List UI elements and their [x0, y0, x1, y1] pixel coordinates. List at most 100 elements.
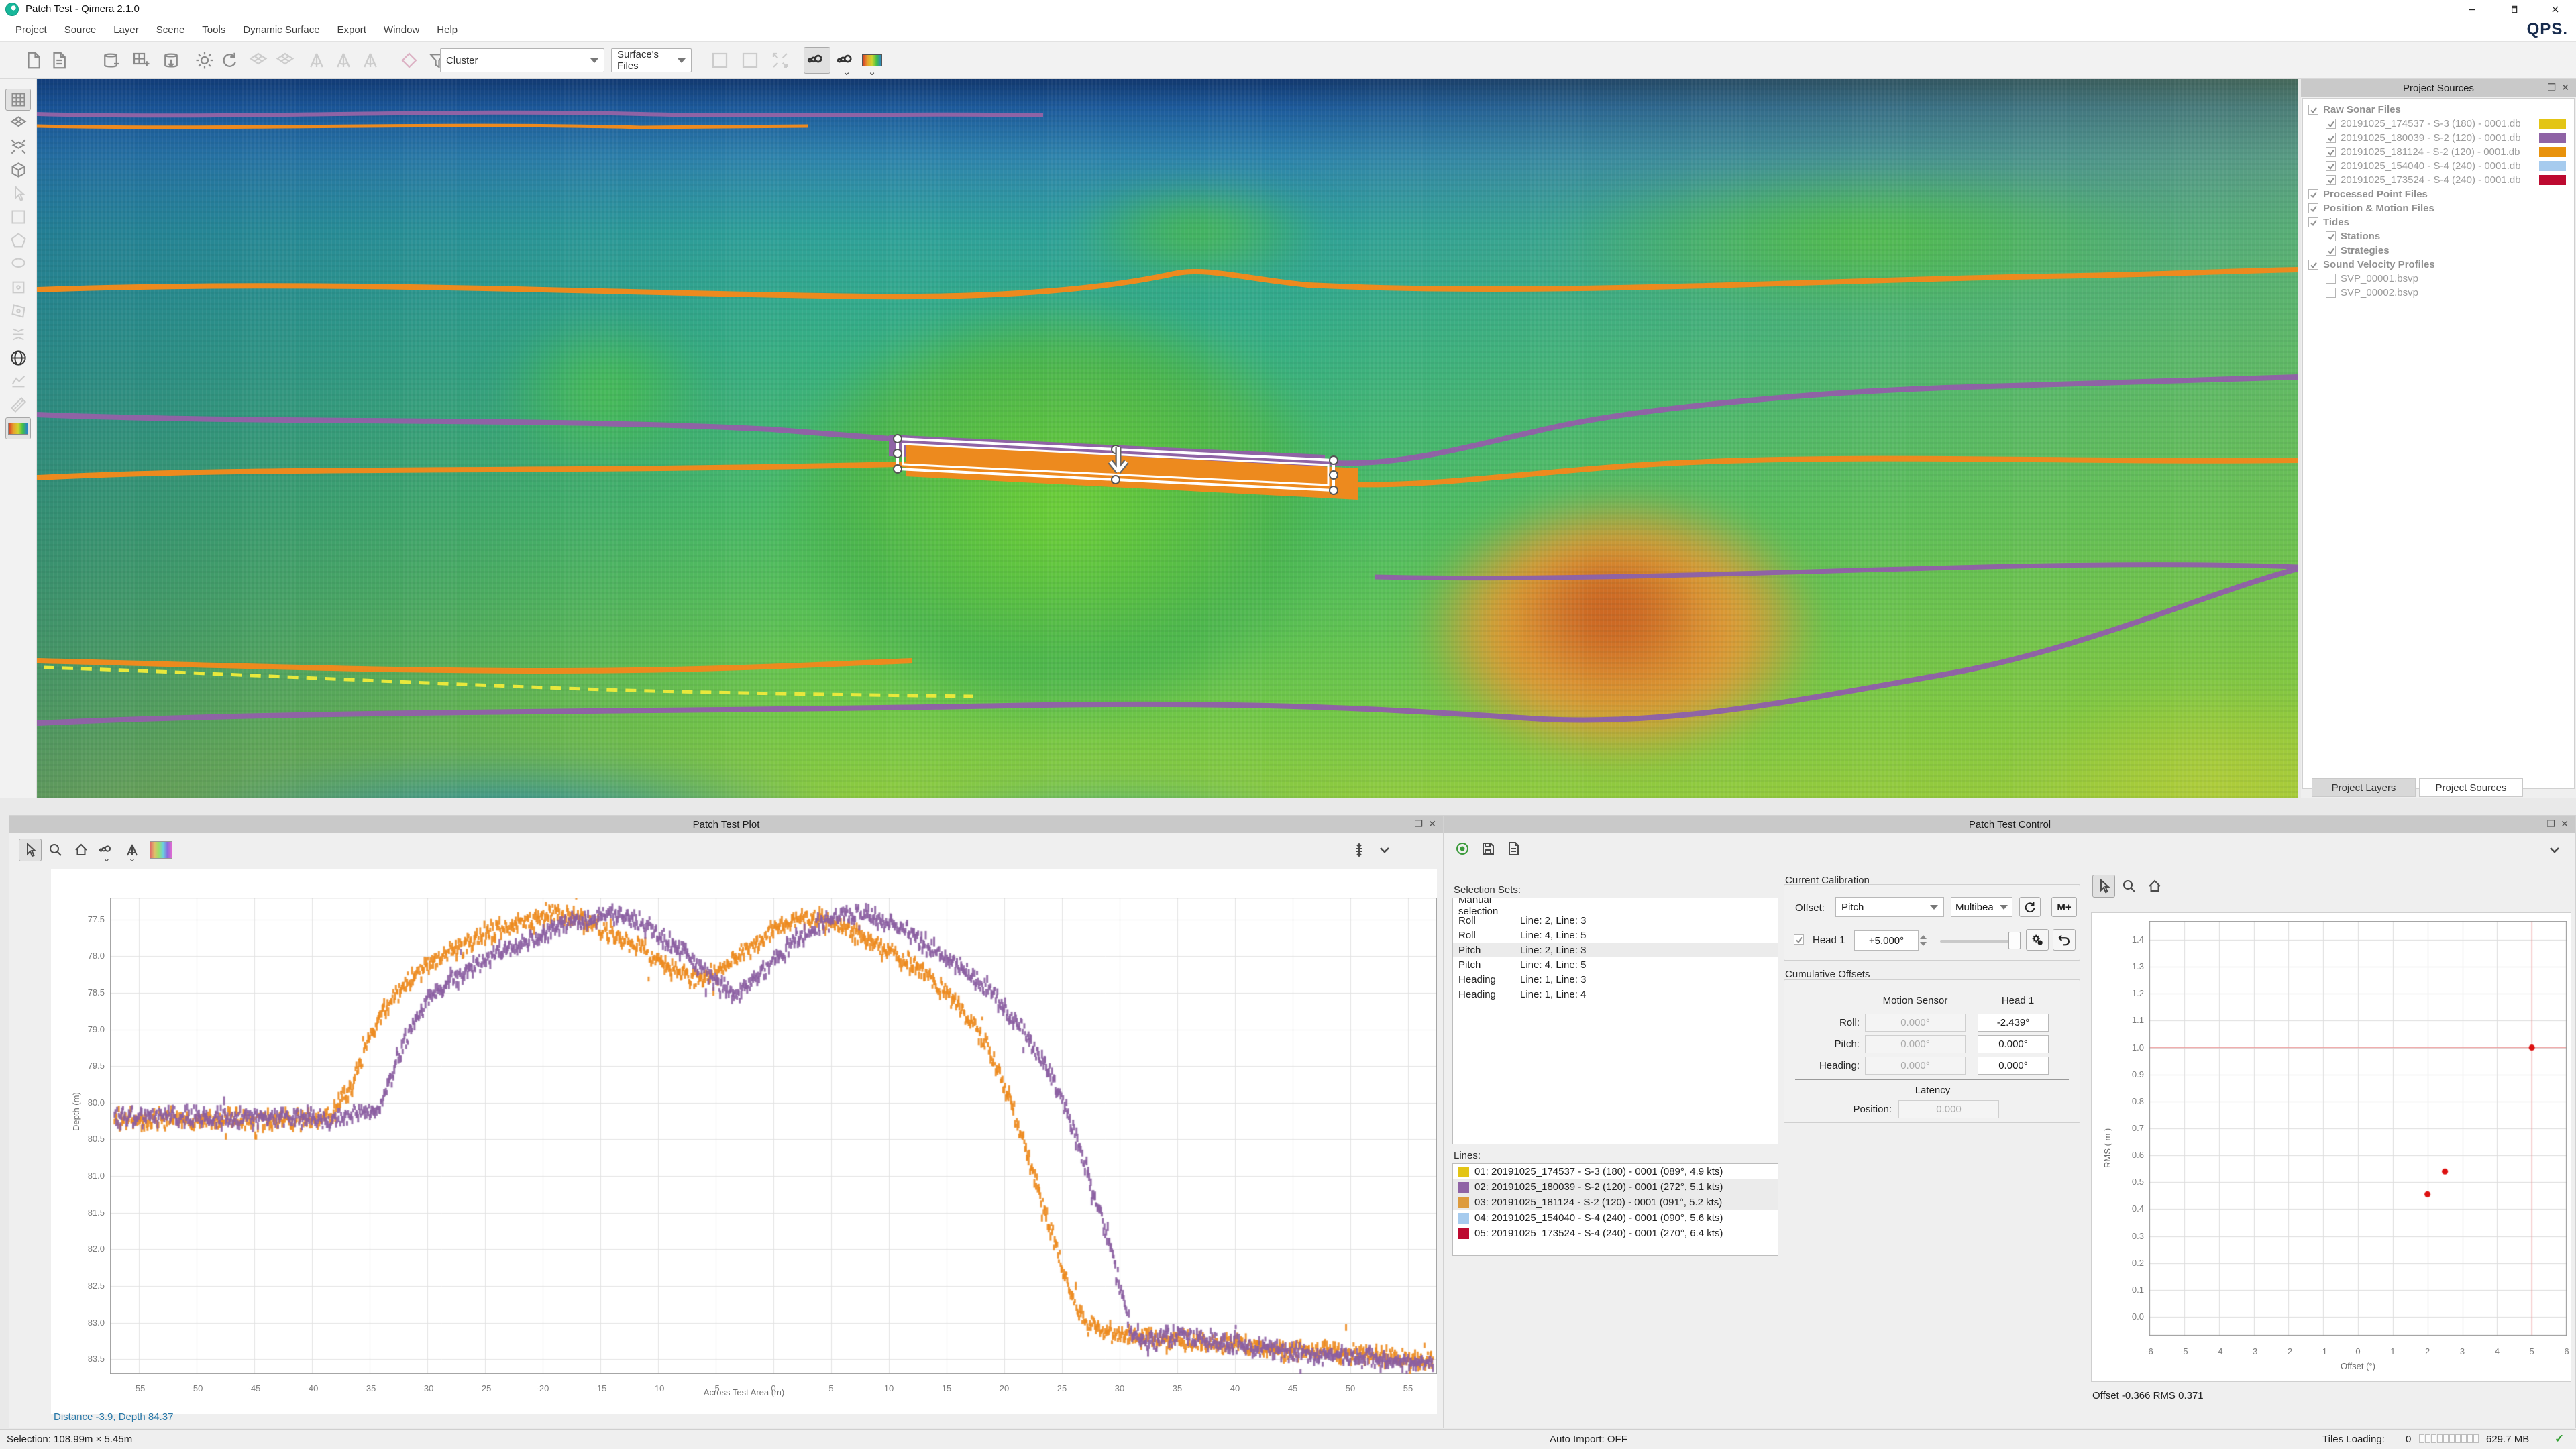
scene-3d-view[interactable]: [37, 79, 2298, 798]
surface-files-combo[interactable]: Surface's Files: [611, 48, 692, 72]
selection-set-row[interactable]: HeadingLine: 1, Line: 4: [1453, 987, 1778, 1002]
spinner-arrows[interactable]: [1920, 930, 1931, 951]
checked-checkbox[interactable]: [2308, 217, 2318, 227]
selection-set-row[interactable]: RollLine: 2, Line: 3: [1453, 913, 1778, 928]
head1-checkbox[interactable]: [1794, 934, 1804, 945]
colormap-dropdown-button[interactable]: ⌄: [859, 47, 885, 74]
rms-plot-area[interactable]: 0.00.10.20.30.40.50.60.70.80.91.01.11.21…: [2091, 912, 2571, 1382]
menu-scene[interactable]: Scene: [148, 19, 194, 41]
home-view-button[interactable]: [2143, 875, 2166, 898]
refresh-icon[interactable]: [216, 47, 243, 74]
sound-speed-dropdown[interactable]: ⌄: [95, 839, 118, 861]
checked-checkbox[interactable]: [2308, 260, 2318, 270]
head1-field[interactable]: -2.439°: [1978, 1014, 2049, 1032]
profile-tool-icon[interactable]: [5, 370, 31, 392]
tree-item[interactable]: SVP_00002.bsvp: [2303, 286, 2574, 300]
tab-project-layers[interactable]: Project Layers: [2312, 778, 2416, 797]
memory-plus-button[interactable]: M+: [2051, 897, 2077, 917]
filter-rect-icon[interactable]: [706, 47, 733, 74]
selection-sets-list[interactable]: Manual selectionRollLine: 2, Line: 3Roll…: [1452, 898, 1778, 1144]
menu-layer[interactable]: Layer: [105, 19, 148, 41]
tree-item[interactable]: 20191025_173524 - S-4 (240) - 0001.db: [2303, 173, 2574, 187]
surface-locked-icon[interactable]: [272, 47, 299, 74]
checked-checkbox[interactable]: [2326, 133, 2336, 143]
undo-offset-button[interactable]: [2053, 929, 2076, 951]
checked-checkbox[interactable]: [2308, 105, 2318, 115]
surface-flat-icon[interactable]: [245, 47, 272, 74]
add-raw-sonar-icon[interactable]: [97, 47, 124, 74]
refresh-offset-button[interactable]: [2019, 897, 2041, 917]
menu-help[interactable]: Help: [428, 19, 466, 41]
offset-type-combo[interactable]: Pitch: [1835, 897, 1944, 917]
cluster-combo[interactable]: Cluster: [440, 48, 604, 72]
cursor-select-button[interactable]: [19, 839, 42, 861]
rms-plot-canvas[interactable]: [2149, 921, 2567, 1336]
checked-checkbox[interactable]: [2326, 147, 2336, 157]
select-cursor-icon[interactable]: [5, 182, 31, 205]
tree-item[interactable]: Stations: [2303, 229, 2574, 244]
checked-checkbox[interactable]: [2326, 175, 2336, 185]
tab-project-sources[interactable]: Project Sources: [2419, 778, 2523, 797]
grid-view-icon[interactable]: [5, 89, 31, 111]
process-button[interactable]: [1451, 837, 1474, 860]
float-panel-icon[interactable]: ❐: [1414, 818, 1423, 830]
zoom-to-surface-icon[interactable]: [5, 136, 31, 158]
home-view-button[interactable]: [70, 839, 93, 861]
tree-item[interactable]: Sound Velocity Profiles: [2303, 258, 2574, 272]
new-survey-icon[interactable]: [20, 47, 47, 74]
checked-checkbox[interactable]: [2326, 161, 2336, 171]
point-size-dropdown-button[interactable]: ⌄: [833, 47, 860, 74]
collapse-chevron-icon[interactable]: [2543, 839, 2566, 861]
diamond-tool-icon[interactable]: [396, 47, 423, 74]
tree-item[interactable]: SVP_00001.bsvp: [2303, 272, 2574, 286]
close-panel-icon[interactable]: ✕: [2561, 818, 2569, 830]
float-panel-icon[interactable]: ❐: [2547, 82, 2556, 93]
tree-item[interactable]: 20191025_154040 - S-4 (240) - 0001.db: [2303, 159, 2574, 173]
checked-checkbox[interactable]: [2308, 189, 2318, 199]
maximize-button[interactable]: [2493, 0, 2534, 19]
select-lasso-icon[interactable]: [5, 253, 31, 275]
line-row[interactable]: 01: 20191025_174537 - S-3 (180) - 0001 (…: [1453, 1164, 1778, 1179]
menu-tools[interactable]: Tools: [193, 19, 234, 41]
sonar-single-icon[interactable]: [330, 47, 357, 74]
open-survey-icon[interactable]: [46, 47, 72, 74]
menu-dynamic-surface[interactable]: Dynamic Surface: [234, 19, 328, 41]
head1-field[interactable]: 0.000°: [1978, 1035, 2049, 1053]
close-panel-icon[interactable]: ✕: [2561, 82, 2569, 93]
unchecked-checkbox[interactable]: [2326, 274, 2336, 284]
head1-field[interactable]: 0.000°: [1978, 1057, 2049, 1075]
filter-expand-icon[interactable]: [767, 47, 794, 74]
save-button[interactable]: [1477, 837, 1499, 860]
checked-checkbox[interactable]: [2326, 231, 2336, 241]
depth-scatter-canvas[interactable]: [110, 898, 1437, 1374]
menu-project[interactable]: Project: [7, 19, 56, 41]
sonar-beam-icon[interactable]: [303, 47, 330, 74]
checked-checkbox[interactable]: [2326, 119, 2336, 129]
colormap-editor-icon[interactable]: [5, 417, 31, 439]
selection-set-row[interactable]: HeadingLine: 1, Line: 3: [1453, 972, 1778, 987]
settings-gears-icon[interactable]: [191, 47, 218, 74]
tree-item[interactable]: 20191025_180039 - S-2 (120) - 0001.db: [2303, 131, 2574, 145]
tree-item[interactable]: 20191025_174537 - S-3 (180) - 0001.db: [2303, 117, 2574, 131]
edit-points-icon[interactable]: [5, 323, 31, 345]
tree-item[interactable]: Position & Motion Files: [2303, 201, 2574, 215]
line-row[interactable]: 03: 20191025_181124 - S-2 (120) - 0001 (…: [1453, 1195, 1778, 1210]
scatter-toggle-button[interactable]: [804, 47, 830, 74]
edit-rectangle-icon[interactable]: [5, 276, 31, 299]
line-row[interactable]: 04: 20191025_154040 - S-4 (240) - 0001 (…: [1453, 1210, 1778, 1226]
layer-mesh-icon[interactable]: [5, 112, 31, 134]
measure-ruler-icon[interactable]: [5, 394, 31, 416]
tree-item[interactable]: Tides: [2303, 215, 2574, 229]
depth-plot-area[interactable]: 77.578.078.579.079.580.080.581.081.582.0…: [51, 869, 1437, 1414]
select-rectangle-icon[interactable]: [5, 206, 31, 228]
selection-set-row[interactable]: RollLine: 4, Line: 5: [1453, 928, 1778, 943]
offset-slider-track[interactable]: [1940, 940, 2012, 943]
menu-export[interactable]: Export: [329, 19, 375, 41]
tree-item[interactable]: Processed Point Files: [2303, 187, 2574, 201]
unchecked-checkbox[interactable]: [2326, 288, 2336, 298]
selection-set-row[interactable]: PitchLine: 2, Line: 3: [1453, 943, 1778, 957]
zoom-button[interactable]: [44, 839, 67, 861]
minimize-button[interactable]: [2451, 0, 2493, 19]
collapse-chevron-icon[interactable]: [1373, 839, 1396, 861]
offset-slider-handle[interactable]: [2008, 932, 2021, 949]
